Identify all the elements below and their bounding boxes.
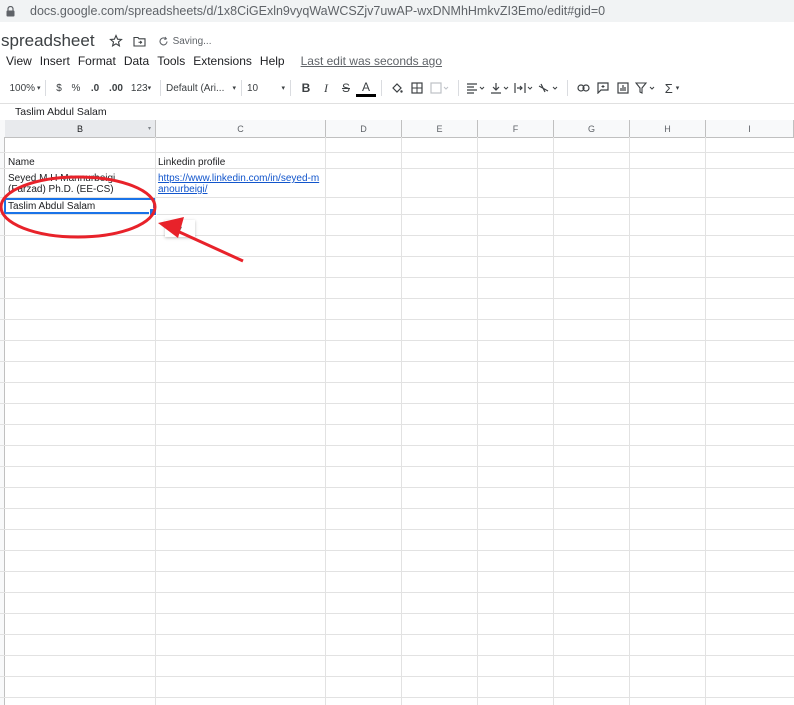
currency-format-button[interactable]: $ xyxy=(51,78,67,98)
active-cell-text: Taslim Abdul Salam xyxy=(8,201,96,212)
insert-comment-icon[interactable] xyxy=(593,78,613,98)
star-icon[interactable] xyxy=(108,34,123,48)
text-rotation-icon[interactable] xyxy=(536,78,562,98)
decrease-decimal-button[interactable]: .0 xyxy=(85,78,105,98)
font-size-value: 10 xyxy=(247,82,259,94)
borders-icon[interactable] xyxy=(407,78,427,98)
divider xyxy=(290,80,291,96)
menu-view[interactable]: View xyxy=(6,54,32,68)
cell-b-person1[interactable]: Seyed M H Mannurbeigi (Farzad) Ph.D. (EE… xyxy=(8,173,115,195)
zoom-value: 100% xyxy=(9,82,36,94)
divider xyxy=(567,80,568,96)
chevron-down-icon: ▾ xyxy=(147,126,151,132)
formula-bar[interactable]: Taslim Abdul Salam xyxy=(0,103,794,120)
divider xyxy=(45,80,46,96)
chevron-down-icon: ▾ xyxy=(147,85,152,92)
column-header-e[interactable]: E xyxy=(402,120,478,137)
column-header-h[interactable]: H xyxy=(630,120,706,137)
move-folder-icon[interactable] xyxy=(133,36,146,47)
menu-data[interactable]: Data xyxy=(124,54,149,68)
more-formats-button[interactable]: 123 ▾ xyxy=(127,78,155,98)
text-wrap-icon[interactable] xyxy=(512,78,536,98)
column-header-g[interactable]: G xyxy=(554,120,630,137)
strikethrough-button[interactable]: S xyxy=(336,78,356,98)
divider xyxy=(381,80,382,96)
more-formats-label: 123 xyxy=(130,82,148,94)
insert-link-icon[interactable] xyxy=(573,78,593,98)
last-edit-link[interactable]: Last edit was seconds ago xyxy=(301,54,442,68)
menu-help[interactable]: Help xyxy=(260,54,285,68)
url-text: docs.google.com/spreadsheets/d/1x8CiGExl… xyxy=(30,4,606,18)
font-family-select[interactable]: Default (Ari... ▾ xyxy=(166,78,236,98)
chevron-down-icon: ▾ xyxy=(177,224,182,233)
fill-color-icon[interactable] xyxy=(387,78,407,98)
chevron-down-icon: ▾ xyxy=(37,85,41,92)
doc-title-bar: spreadsheet Saving... xyxy=(0,30,212,52)
menu-insert[interactable]: Insert xyxy=(40,54,70,68)
horizontal-align-icon[interactable] xyxy=(464,78,488,98)
zoom-select[interactable]: 100% ▾ xyxy=(9,78,41,98)
chevron-down-icon: ▾ xyxy=(281,85,285,92)
percent-format-button[interactable]: % xyxy=(67,78,85,98)
font-family-value: Default (Ari... xyxy=(166,82,225,94)
linkedin-link-line1: https://www.linkedin.com/in/seyed-m xyxy=(158,173,320,184)
column-header-i[interactable]: I xyxy=(706,120,794,137)
cell-b-person1-line2: (Farzad) Ph.D. (EE-CS) xyxy=(8,184,114,195)
spreadsheet-grid[interactable]: B ▾ C D E F G H I Name Linkedin profile … xyxy=(0,120,794,705)
fill-handle[interactable] xyxy=(149,208,157,216)
active-cell-editor[interactable]: Taslim Abdul Salam xyxy=(4,198,157,216)
cell-c-linkedin-header[interactable]: Linkedin profile xyxy=(158,157,225,168)
cell-b-name-header[interactable]: Name xyxy=(8,157,35,168)
font-size-select[interactable]: 10 ▾ xyxy=(247,78,285,98)
column-header-d[interactable]: D xyxy=(326,120,402,137)
lock-icon xyxy=(6,5,20,17)
functions-button[interactable]: Σ ▾ xyxy=(659,78,685,98)
cell-b-person1-line1: Seyed M H Mannurbeigi xyxy=(8,173,116,184)
sigma-icon: Σ xyxy=(664,80,673,96)
menu-bar: View Insert Format Data Tools Extensions… xyxy=(0,52,442,70)
column-header-c[interactable]: C xyxy=(156,120,326,137)
menu-format[interactable]: Format xyxy=(78,54,116,68)
divider xyxy=(241,80,242,96)
divider xyxy=(160,80,161,96)
address-bar[interactable]: docs.google.com/spreadsheets/d/1x8CiGExl… xyxy=(0,0,794,22)
save-status: Saving... xyxy=(172,35,212,47)
formula-bar-value: Taslim Abdul Salam xyxy=(15,106,107,118)
linkedin-link-line2: anourbeigi/ xyxy=(158,184,208,195)
menu-tools[interactable]: Tools xyxy=(157,54,185,68)
column-headers: B ▾ C D E F G H I xyxy=(0,120,794,138)
chevron-down-icon: ▾ xyxy=(675,85,680,92)
menu-extensions[interactable]: Extensions xyxy=(193,54,252,68)
vertical-align-icon[interactable] xyxy=(488,78,512,98)
sync-icon xyxy=(158,36,169,47)
merge-cells-icon[interactable] xyxy=(427,78,453,98)
text-color-button[interactable]: A xyxy=(356,79,376,97)
doc-title[interactable]: spreadsheet xyxy=(1,31,95,51)
cell-c-linkedin-link[interactable]: https://www.linkedin.com/in/seyed-m anou… xyxy=(158,173,319,195)
filter-icon[interactable] xyxy=(633,78,659,98)
row-header-edge xyxy=(0,137,5,705)
autocomplete-chip[interactable]: ▾ xyxy=(165,220,195,237)
column-header-f[interactable]: F xyxy=(478,120,554,137)
chevron-down-icon: ▾ xyxy=(232,85,236,92)
divider xyxy=(458,80,459,96)
increase-decimal-button[interactable]: .00 xyxy=(105,78,127,98)
toolbar: 100% ▾ $ % .0 .00 123 ▾ Default (Ari... … xyxy=(0,76,794,100)
italic-button[interactable]: I xyxy=(316,78,336,98)
bold-button[interactable]: B xyxy=(296,78,316,98)
column-header-b[interactable]: B ▾ xyxy=(5,120,156,137)
insert-chart-icon[interactable] xyxy=(613,78,633,98)
